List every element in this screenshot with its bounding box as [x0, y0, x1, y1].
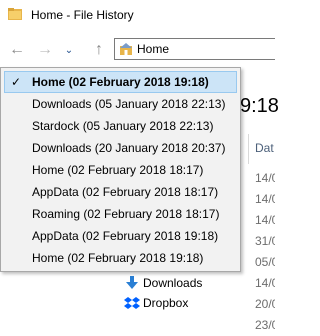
menu-item-label: AppData (02 February 2018 19:18) — [32, 229, 219, 243]
menu-item-label: Home (02 February 2018 18:17) — [32, 163, 204, 177]
recent-locations-button[interactable]: ⌄ — [60, 36, 78, 64]
date-cell: 14/0 — [255, 276, 275, 290]
dropbox-icon — [124, 297, 140, 309]
menu-item-label: Home (02 February 2018 19:18) — [32, 251, 204, 265]
list-item-label: Downloads — [143, 276, 203, 290]
menu-item[interactable]: Roaming (02 February 2018 18:17) — [4, 203, 237, 225]
address-text: Home — [137, 42, 170, 56]
menu-item-label: Downloads (20 January 2018 20:37) — [32, 141, 226, 155]
menu-item[interactable]: Downloads (20 January 2018 20:37) — [4, 137, 237, 159]
list-item[interactable]: Downloads — [124, 273, 234, 293]
up-button[interactable]: ↑ — [88, 36, 110, 64]
menu-item-label: AppData (02 February 2018 18:17) — [32, 185, 219, 199]
menu-item[interactable]: AppData (02 February 2018 18:17) — [4, 181, 237, 203]
arrow-left-icon: ← — [9, 41, 25, 58]
download-folder-icon — [126, 276, 138, 289]
menu-item-label: Roaming (02 February 2018 18:17) — [32, 207, 220, 221]
menu-item[interactable]: AppData (02 February 2018 19:18) — [4, 225, 237, 247]
check-icon: ✓ — [11, 75, 22, 89]
chevron-down-icon: ⌄ — [64, 44, 74, 56]
window-title: Home - File History — [31, 8, 134, 22]
page-heading-fragment: 9:18 — [240, 95, 279, 117]
title-bar: Home - File History — [0, 0, 275, 30]
menu-item[interactable]: Home (02 February 2018 19:18) — [4, 247, 237, 269]
menu-item[interactable]: ✓ Home (02 February 2018 19:18) — [4, 71, 237, 93]
list-item[interactable]: Dropbox — [124, 293, 234, 313]
menu-item[interactable]: Home (02 February 2018 18:17) — [4, 159, 237, 181]
date-cell: 20/0 — [255, 297, 275, 311]
date-column-header[interactable]: Dat — [255, 141, 274, 155]
navigation-bar: ← → ⌄ ↑ Home — [0, 36, 275, 64]
arrow-up-icon: ↑ — [95, 41, 103, 58]
forward-button[interactable]: → — [34, 36, 56, 64]
address-bar[interactable]: Home — [114, 38, 275, 60]
home-folder-icon — [120, 43, 132, 55]
date-cell: 23/0 — [255, 318, 275, 332]
menu-item[interactable]: Stardock (05 January 2018 22:13) — [4, 115, 237, 137]
recent-locations-menu: ✓ Home (02 February 2018 19:18) Download… — [0, 67, 241, 272]
back-button[interactable]: ← — [6, 36, 28, 64]
menu-item[interactable]: Downloads (05 January 2018 22:13) — [4, 93, 237, 115]
column-divider — [248, 134, 249, 164]
list-item-label: Dropbox — [143, 296, 189, 310]
arrow-right-icon: → — [37, 41, 53, 58]
date-cell: 14/0 — [255, 213, 275, 227]
date-cell: 31/0 — [255, 234, 275, 248]
menu-item-label: Stardock (05 January 2018 22:13) — [32, 119, 214, 133]
date-cell: 14/0 — [255, 171, 275, 185]
menu-item-label: Home (02 February 2018 19:18) — [32, 75, 209, 89]
file-history-icon — [8, 8, 22, 20]
menu-item-label: Downloads (05 January 2018 22:13) — [32, 97, 226, 111]
date-cell: 05/0 — [255, 255, 275, 269]
date-cell: 14/0 — [255, 192, 275, 206]
